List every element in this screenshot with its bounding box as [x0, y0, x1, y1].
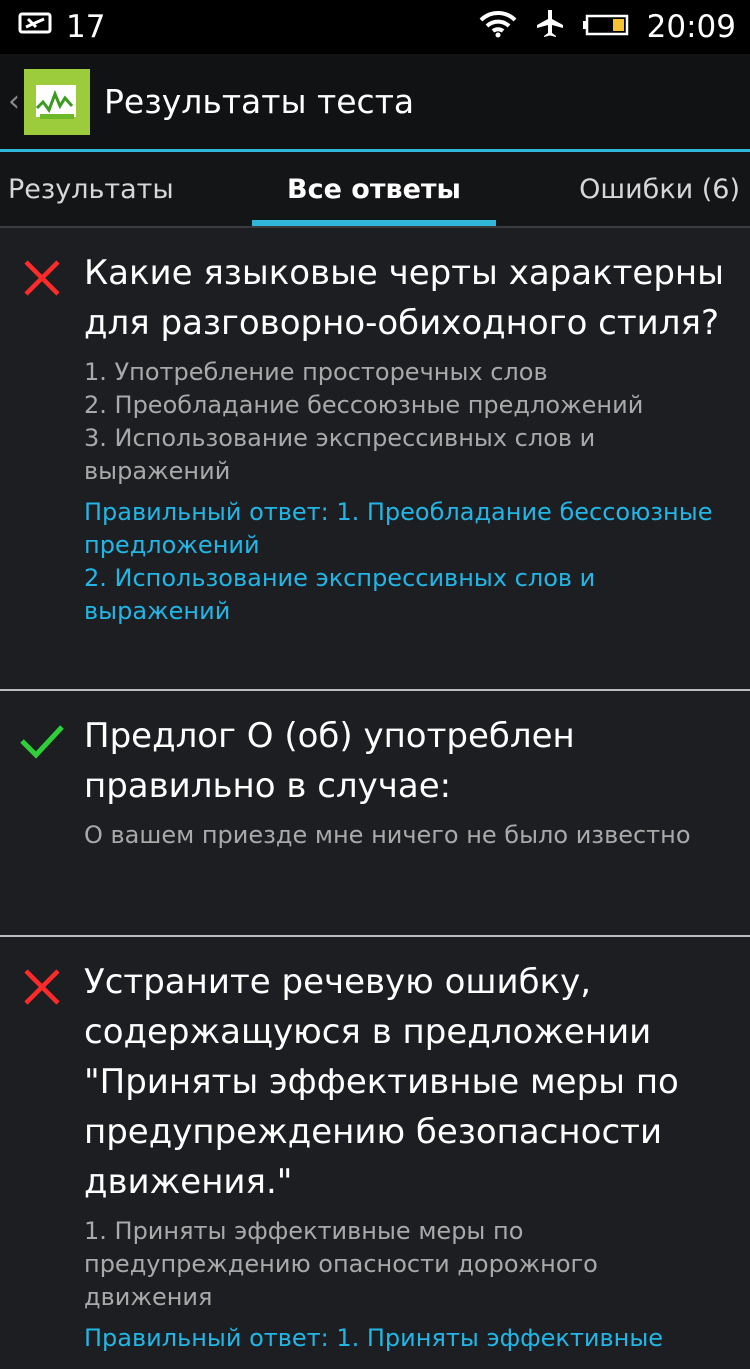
question-text: Какие языковые черты характерны для разг…	[84, 253, 724, 343]
action-bar: ‹ Результаты теста	[0, 54, 750, 152]
tab-results[interactable]: Результаты	[0, 152, 252, 226]
clock: 20:09	[646, 9, 736, 45]
option: 1. Употребление просторечных слов	[84, 358, 548, 386]
notification-count: 17	[66, 9, 106, 45]
list-item[interactable]: Предлог О (об) употреблен правильно в сл…	[0, 691, 750, 937]
battery-icon	[582, 9, 629, 45]
answers-list[interactable]: Какие языковые черты характерны для разг…	[0, 228, 750, 1369]
check-icon	[18, 721, 66, 921]
status-mark	[0, 957, 84, 1355]
app-icon[interactable]	[24, 68, 90, 135]
option: О вашем приезде мне ничего не было извес…	[84, 821, 691, 849]
options: 1. Приняты эффективные меры по предупреж…	[84, 1215, 730, 1314]
option: 1. Приняты эффективные меры по предупреж…	[84, 1217, 598, 1311]
page-title: Результаты теста	[104, 82, 415, 121]
notification-icon	[18, 9, 54, 45]
tab-label: Ошибки (6)	[579, 173, 740, 205]
correct-answer: Правильный ответ: 1. Приняты эффективные	[84, 1322, 730, 1355]
status-bar: 17 20:09	[0, 0, 750, 54]
wrong-icon	[22, 258, 62, 675]
tab-label: Все ответы	[287, 173, 461, 205]
question-text: Устраните речевую ошибку, содержащуюся в…	[84, 962, 679, 1202]
status-mark	[0, 248, 84, 675]
answer-line: 2. Использование экспрессивных слов и вы…	[84, 564, 596, 625]
wrong-icon	[22, 967, 62, 1355]
correct-answer: Правильный ответ: 1. Преобладание бессою…	[84, 496, 730, 628]
wifi-icon	[479, 8, 517, 46]
back-chevron-icon[interactable]: ‹	[4, 84, 24, 119]
list-item[interactable]: Устраните речевую ошибку, содержащуюся в…	[0, 937, 750, 1369]
item-content: Предлог О (об) употреблен правильно в сл…	[84, 711, 750, 921]
options: О вашем приезде мне ничего не было извес…	[84, 819, 730, 852]
tab-label: Результаты	[8, 173, 174, 205]
list-item[interactable]: Какие языковые черты характерны для разг…	[0, 228, 750, 691]
item-content: Устраните речевую ошибку, содержащуюся в…	[84, 957, 750, 1355]
tab-bar: Результаты Все ответы Ошибки (6)	[0, 152, 750, 228]
question-text: Предлог О (об) употреблен правильно в сл…	[84, 716, 575, 806]
airplane-icon	[535, 8, 565, 46]
status-mark	[0, 711, 84, 921]
answer-line: Правильный ответ: 1. Приняты эффективные	[84, 1324, 664, 1352]
tab-all-answers[interactable]: Все ответы	[252, 152, 496, 226]
options: 1. Употребление просторечных слов 2. Пре…	[84, 356, 730, 488]
answer-line: Правильный ответ: 1. Преобладание бессою…	[84, 498, 713, 559]
option: 3. Использование экспрессивных слов и вы…	[84, 424, 596, 485]
tab-errors[interactable]: Ошибки (6)	[496, 152, 750, 226]
item-content: Какие языковые черты характерны для разг…	[84, 248, 750, 675]
option: 2. Преобладание бессоюзные предложений	[84, 391, 644, 419]
